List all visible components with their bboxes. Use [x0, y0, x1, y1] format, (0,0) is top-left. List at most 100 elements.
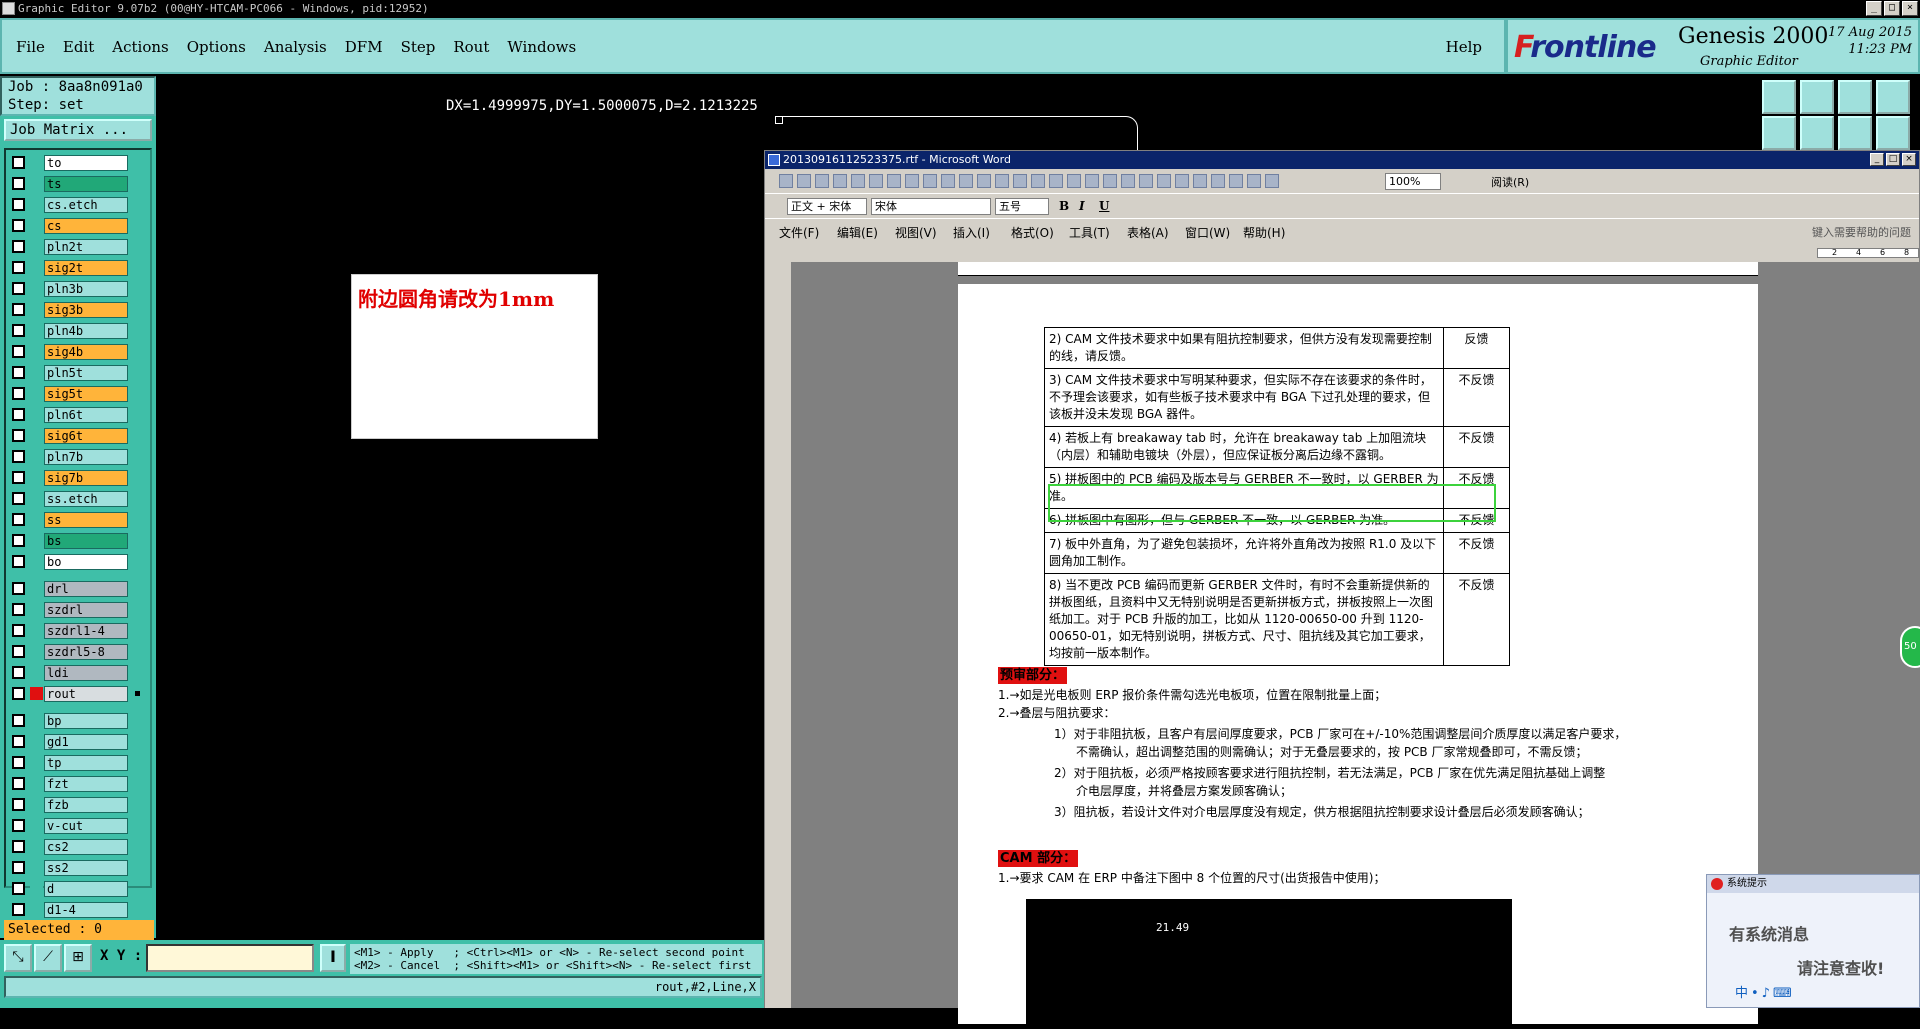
word-menu-item[interactable]: 插入(I)	[953, 224, 990, 241]
xy-input[interactable]	[146, 944, 314, 972]
layer-checkbox[interactable]	[12, 534, 25, 547]
toolbar-icon[interactable]	[1247, 174, 1261, 188]
layer-row-fzb[interactable]: fzb	[6, 794, 150, 815]
layer-name[interactable]: ss.etch	[44, 490, 128, 507]
toolbar-icon[interactable]	[1265, 174, 1279, 188]
layer-name[interactable]: sig4b	[44, 343, 128, 360]
layer-checkbox[interactable]	[12, 282, 25, 295]
layer-name[interactable]: pln2t	[44, 238, 128, 255]
layer-checkbox[interactable]	[12, 687, 25, 700]
layer-row-pln3b[interactable]: pln3b	[6, 278, 150, 299]
layer-name[interactable]: bp	[44, 712, 128, 729]
layer-name[interactable]: cs	[44, 217, 128, 234]
layer-row-sig6t[interactable]: sig6t	[6, 425, 150, 446]
menu-options[interactable]: Options	[187, 38, 246, 56]
toolbar-icon[interactable]	[887, 174, 901, 188]
toolbar-icon[interactable]	[1157, 174, 1171, 188]
toolbar-icon[interactable]	[851, 174, 865, 188]
layer-row-sig5t[interactable]: sig5t	[6, 383, 150, 404]
layer-checkbox[interactable]	[12, 219, 25, 232]
layer-row-bs[interactable]: bs	[6, 530, 150, 551]
layer-checkbox[interactable]	[12, 756, 25, 769]
layer-row-d[interactable]: d	[6, 878, 150, 899]
toolbar-icon[interactable]	[1193, 174, 1207, 188]
layer-checkbox[interactable]	[12, 177, 25, 190]
toolbar-icon[interactable]	[977, 174, 991, 188]
layer-checkbox[interactable]	[12, 624, 25, 637]
toolbar-icon[interactable]	[1013, 174, 1027, 188]
layer-name[interactable]: tp	[44, 754, 128, 771]
tool-button-6[interactable]	[1800, 116, 1834, 150]
layer-row-sig4b[interactable]: sig4b	[6, 341, 150, 362]
layer-name[interactable]: fzb	[44, 796, 128, 813]
layer-name[interactable]: ss2	[44, 859, 128, 876]
layer-row-d1-4[interactable]: d1-4	[6, 899, 150, 920]
layer-row-pln2t[interactable]: pln2t	[6, 236, 150, 257]
layer-row-drl[interactable]: drl	[6, 578, 150, 599]
layer-row-cs[interactable]: cs	[6, 215, 150, 236]
layer-checkbox[interactable]	[12, 666, 25, 679]
layer-row-tp[interactable]: tp	[6, 752, 150, 773]
layer-checkbox[interactable]	[12, 261, 25, 274]
grid-tool-icon[interactable]: ⊞	[64, 944, 92, 972]
tool-button-4[interactable]	[1876, 80, 1910, 114]
word-menu-item[interactable]: 工具(T)	[1069, 224, 1110, 241]
word-close-button[interactable]: ×	[1902, 153, 1916, 166]
word-menu-item[interactable]: 编辑(E)	[837, 224, 878, 241]
layer-checkbox[interactable]	[12, 861, 25, 874]
layer-name[interactable]: drl	[44, 580, 128, 597]
toolbar-icon[interactable]	[1139, 174, 1153, 188]
toolbar-icon[interactable]	[1211, 174, 1225, 188]
system-notification[interactable]: 系统提示 有系统消息 请注意查收! 中•♪⌨	[1706, 874, 1920, 1008]
toolbar-icon[interactable]	[1121, 174, 1135, 188]
layer-name[interactable]: bs	[44, 532, 128, 549]
zoom-select[interactable]: 100%	[1385, 173, 1441, 190]
layer-row-pln7b[interactable]: pln7b	[6, 446, 150, 467]
layer-checkbox[interactable]	[12, 840, 25, 853]
underline-button[interactable]: U	[1099, 199, 1109, 213]
layer-row-sig2t[interactable]: sig2t	[6, 257, 150, 278]
toolbar-icon[interactable]	[1085, 174, 1099, 188]
layer-name[interactable]: sig7b	[44, 469, 128, 486]
measure-tool-icon[interactable]: ⟋	[34, 944, 62, 972]
toolbar-icon[interactable]	[1229, 174, 1243, 188]
layer-row-to[interactable]: to	[6, 152, 150, 173]
toolbar-icon[interactable]	[905, 174, 919, 188]
layer-name[interactable]: cs2	[44, 838, 128, 855]
layer-checkbox[interactable]	[12, 492, 25, 505]
layer-row-bo[interactable]: bo	[6, 551, 150, 572]
toolbar-icon[interactable]	[923, 174, 937, 188]
layer-row-ss.etch[interactable]: ss.etch	[6, 488, 150, 509]
menu-file[interactable]: File	[16, 38, 45, 56]
layer-checkbox[interactable]	[12, 582, 25, 595]
layer-checkbox[interactable]	[12, 408, 25, 421]
read-mode-button[interactable]: 阅读(R)	[1491, 174, 1529, 190]
layer-checkbox[interactable]	[12, 387, 25, 400]
tool-button-3[interactable]	[1838, 80, 1872, 114]
layer-checkbox[interactable]	[12, 735, 25, 748]
layer-row-fzt[interactable]: fzt	[6, 773, 150, 794]
toolbar-icon[interactable]	[995, 174, 1009, 188]
font-select[interactable]: 宋体	[871, 198, 991, 215]
layer-checkbox[interactable]	[12, 366, 25, 379]
layer-name[interactable]: szdrl	[44, 601, 128, 618]
layer-name[interactable]: d	[44, 880, 128, 897]
layer-row-pln6t[interactable]: pln6t	[6, 404, 150, 425]
menu-rout[interactable]: Rout	[453, 38, 489, 56]
word-menu-item[interactable]: 帮助(H)	[1243, 224, 1285, 241]
layer-checkbox[interactable]	[12, 513, 25, 526]
layer-name[interactable]: szdrl5-8	[44, 643, 128, 660]
word-menu-item[interactable]: 文件(F)	[779, 224, 819, 241]
toolbar-icon[interactable]	[1067, 174, 1081, 188]
layer-name[interactable]: fzt	[44, 775, 128, 792]
layer-name[interactable]: v-cut	[44, 817, 128, 834]
layer-checkbox[interactable]	[12, 555, 25, 568]
layer-name[interactable]: gd1	[44, 733, 128, 750]
layer-checkbox[interactable]	[12, 198, 25, 211]
word-menu-item[interactable]: 视图(V)	[895, 224, 937, 241]
layer-checkbox[interactable]	[12, 819, 25, 832]
word-restore-button[interactable]: □	[1886, 153, 1900, 166]
layer-checkbox[interactable]	[12, 882, 25, 895]
layer-checkbox[interactable]	[12, 303, 25, 316]
layer-checkbox[interactable]	[12, 603, 25, 616]
